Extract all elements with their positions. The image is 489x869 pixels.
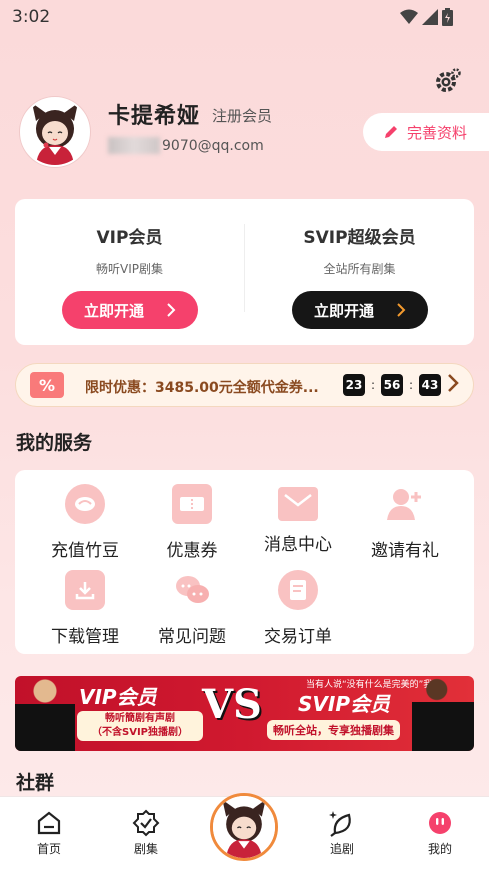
promo-banner[interactable]: % 限时优惠：3485.00元全额代金券... 23 : 56 : 43	[15, 363, 474, 407]
svip-open-button[interactable]: 立即开通	[292, 291, 428, 329]
email-redaction	[108, 137, 160, 154]
service-downloads[interactable]: 下载管理	[30, 558, 140, 647]
bottom-tab-bar: 首页 剧集 追剧 我的	[0, 793, 489, 869]
membership-card: VIP会员 畅听VIP剧集 立即开通 SVIP超级会员 全站所有剧集 立即开通	[15, 199, 474, 345]
service-label: 消息中心	[264, 535, 332, 555]
service-label: 交易订单	[264, 627, 332, 647]
service-recharge[interactable]: 充值竹豆	[30, 472, 140, 561]
service-label: 下载管理	[51, 627, 119, 647]
status-time: 3:02	[12, 7, 51, 27]
svip-title: SVIP超级会员	[303, 228, 416, 248]
battery-icon	[442, 8, 453, 26]
pencil-icon	[385, 126, 397, 138]
settings-button[interactable]	[434, 66, 462, 94]
avatar[interactable]	[20, 97, 90, 167]
countdown-hours: 23	[343, 374, 365, 396]
vip-vs-svip-banner[interactable]: VIP会员 畅听簡剧有声剧 （不含SVIP独播剧） VS 当有人说“没有什么是完…	[15, 676, 474, 751]
countdown-minutes: 56	[381, 374, 403, 396]
banner-vip-sub-line2: （不含SVIP独播剧）	[92, 727, 188, 738]
gear-icon	[436, 68, 461, 92]
status-bar: 3:02	[0, 0, 489, 34]
system-icons	[400, 8, 453, 26]
wifi-icon	[400, 9, 418, 24]
person-pointing-image	[412, 676, 474, 751]
vip-subtitle: 畅听VIP剧集	[96, 262, 163, 276]
services-panel: 充值竹豆 优惠券 消息中心 邀请有礼 下载管理 常见问题 交易订单	[15, 470, 474, 654]
vip-open-button[interactable]: 立即开通	[62, 291, 198, 329]
countdown-seconds: 43	[419, 374, 441, 396]
order-doc-icon	[278, 570, 318, 610]
chevron-right-icon	[167, 303, 176, 317]
countdown-separator: :	[370, 378, 376, 392]
countdown-separator: :	[408, 378, 414, 392]
service-faq[interactable]: 常见问题	[137, 558, 247, 647]
username: 卡提希娅	[108, 104, 201, 129]
signal-icon	[422, 9, 438, 25]
avatar-illustration	[22, 99, 88, 165]
avatar-illustration	[213, 796, 275, 858]
chevron-right-icon	[448, 374, 459, 392]
vip-title: VIP会员	[96, 228, 163, 248]
svip-open-label: 立即开通	[313, 301, 374, 320]
tab-follow[interactable]: 追剧	[307, 809, 377, 857]
email: 9070@qq.com	[108, 137, 264, 154]
service-coupon[interactable]: 优惠券	[137, 472, 247, 561]
badge-check-icon	[132, 809, 160, 837]
coupon-icon	[172, 484, 212, 524]
banner-svip-sub: 畅听全站，专享独播剧集	[267, 720, 400, 740]
service-orders[interactable]: 交易订单	[243, 558, 353, 647]
banner-vip-title: VIP会员	[79, 685, 157, 709]
sparkle-leaf-icon	[329, 811, 351, 837]
service-label: 常见问题	[158, 627, 226, 647]
bean-icon	[65, 484, 105, 524]
vip-column: VIP会员 畅听VIP剧集 立即开通	[15, 199, 244, 345]
email-text: 9070@qq.com	[162, 137, 264, 154]
tab-series[interactable]: 剧集	[111, 809, 181, 857]
edit-profile-label: 完善资料	[407, 123, 468, 142]
banner-vs: VS	[202, 681, 262, 728]
svip-column: SVIP超级会员 全站所有剧集 立即开通	[245, 199, 474, 345]
services-title: 我的服务	[16, 432, 93, 454]
person-thumbs-up-image	[15, 676, 75, 751]
svip-subtitle: 全站所有剧集	[323, 262, 396, 276]
tab-label: 我的	[427, 842, 452, 856]
service-label: 邀请有礼	[371, 541, 439, 561]
banner-vip-sub-line1: 畅听簡剧有声剧	[105, 713, 175, 724]
chevron-right-icon	[397, 303, 406, 317]
member-level-tag: 注册会员	[212, 107, 273, 125]
banner-vip-sub: 畅听簡剧有声剧 （不含SVIP独播剧）	[77, 711, 203, 741]
edit-profile-button[interactable]: 完善资料	[363, 113, 489, 151]
download-icon	[65, 570, 105, 610]
service-messages[interactable]: 消息中心	[243, 472, 353, 556]
chat-bubbles-icon	[172, 570, 212, 610]
service-invite[interactable]: 邀请有礼	[350, 472, 460, 561]
percent-coupon-icon: %	[30, 372, 64, 398]
tab-mine[interactable]: 我的	[405, 809, 475, 857]
tab-label: 剧集	[133, 842, 158, 856]
tab-label: 首页	[36, 842, 61, 856]
promo-text: 限时优惠：3485.00元全额代金券...	[85, 380, 319, 396]
vip-open-label: 立即开通	[83, 301, 144, 320]
tab-label: 追剧	[329, 842, 354, 856]
invite-user-icon	[385, 484, 425, 524]
tab-home[interactable]: 首页	[14, 809, 84, 857]
home-icon	[37, 811, 61, 835]
banner-svip-title: SVIP会员	[298, 692, 390, 716]
profile-pill-icon	[429, 812, 451, 834]
countdown-timer: 23 : 56 : 43	[343, 374, 441, 396]
mail-icon	[278, 487, 318, 521]
tab-center-avatar[interactable]	[210, 793, 278, 861]
community-title: 社群	[16, 772, 55, 794]
